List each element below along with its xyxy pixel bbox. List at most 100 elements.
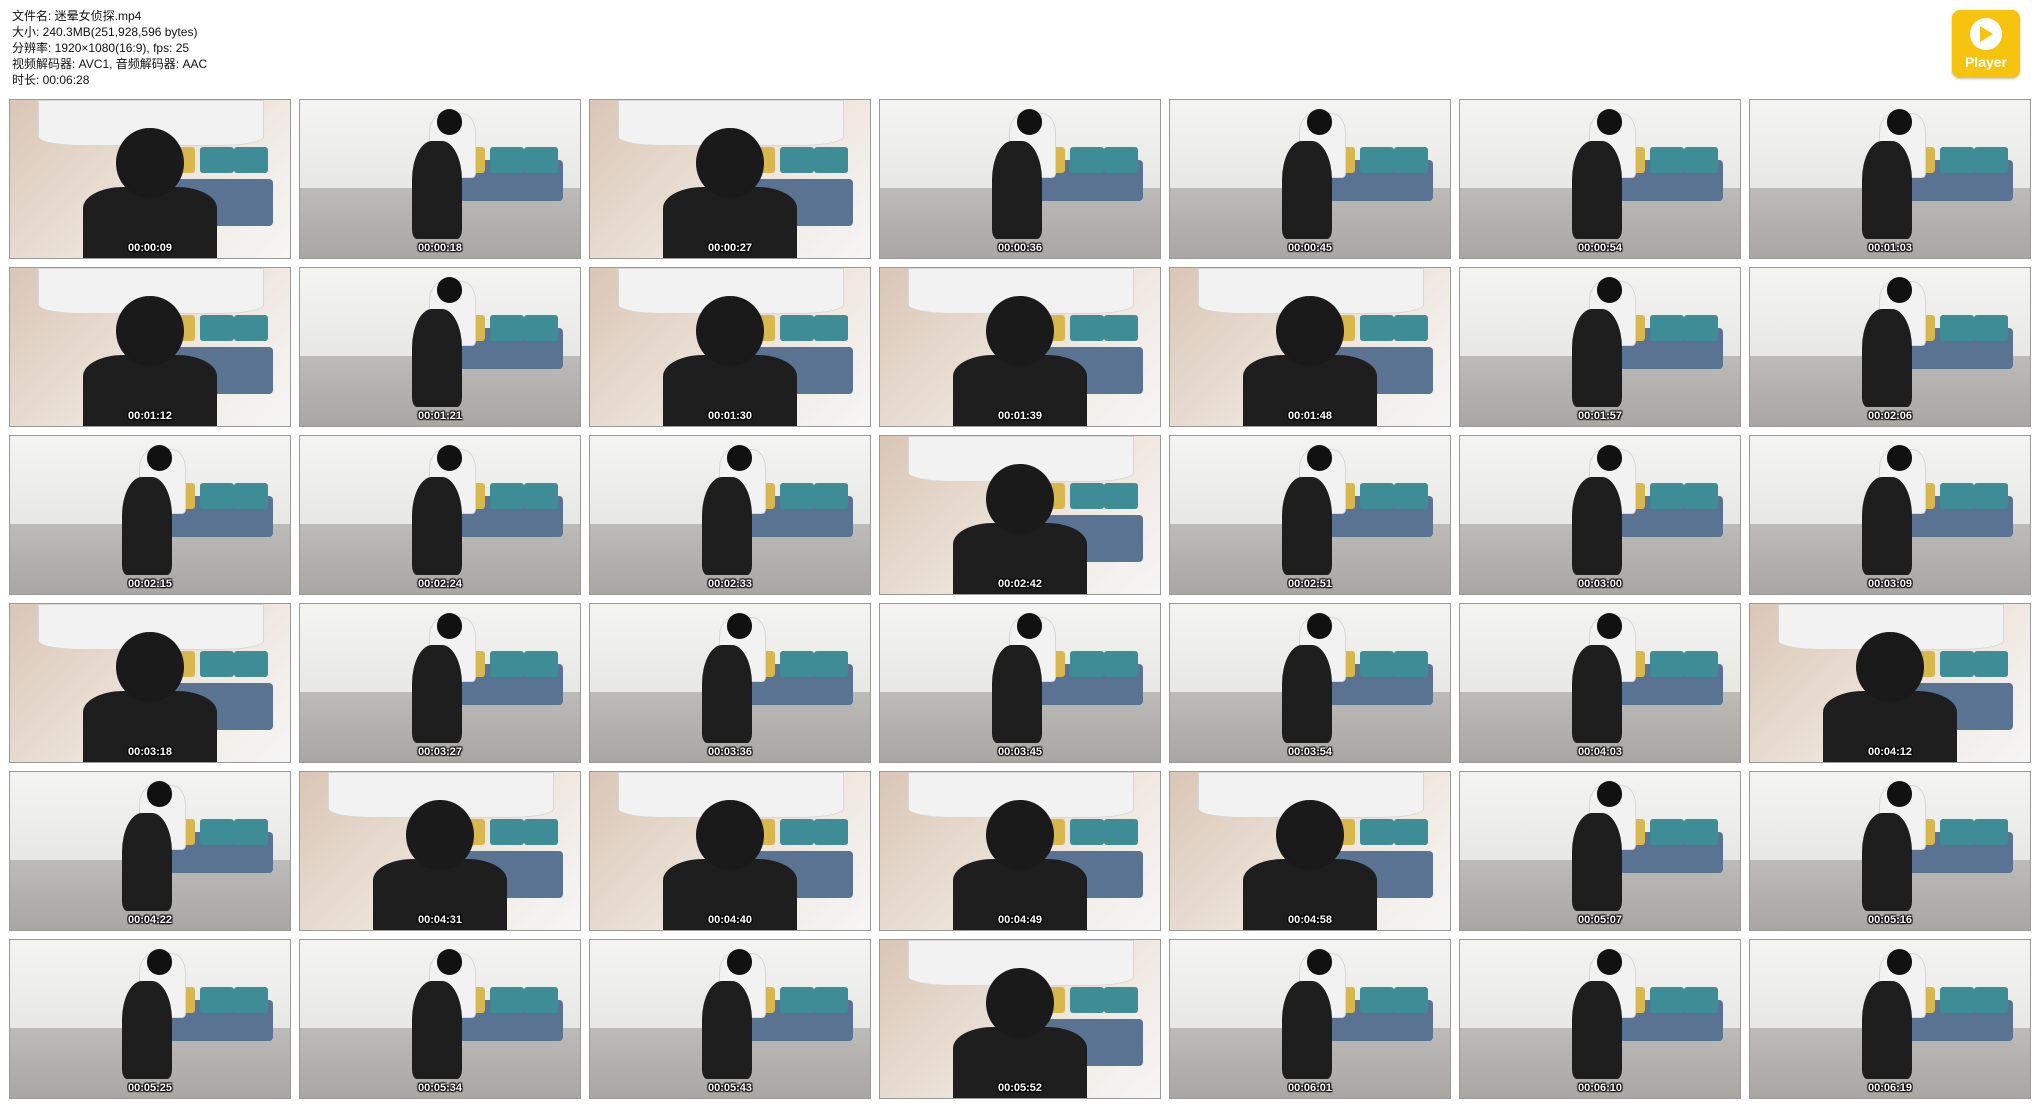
video-thumbnail[interactable]: 00:02:06	[1749, 267, 2031, 427]
video-thumbnail[interactable]: 00:04:58	[1169, 771, 1451, 931]
thumbnail-frame-image	[10, 772, 290, 930]
thumbnail-timestamp: 00:02:51	[1287, 578, 1333, 590]
video-thumbnail[interactable]: 00:02:15	[9, 435, 291, 595]
video-thumbnail[interactable]: 00:04:12	[1749, 603, 2031, 763]
thumbnail-frame-image	[1460, 436, 1740, 594]
video-thumbnail[interactable]: 00:04:49	[879, 771, 1161, 931]
thumbnail-timestamp: 00:05:52	[997, 1082, 1043, 1094]
video-thumbnail[interactable]: 00:00:18	[299, 99, 581, 259]
video-thumbnail[interactable]: 00:03:00	[1459, 435, 1741, 595]
thumbnail-timestamp: 00:06:01	[1287, 1082, 1333, 1094]
thumbnail-frame-image	[10, 436, 290, 594]
video-thumbnail[interactable]: 00:04:40	[589, 771, 871, 931]
thumbnail-timestamp: 00:00:09	[127, 242, 173, 254]
video-thumbnail[interactable]: 00:03:36	[589, 603, 871, 763]
thumbnail-frame-image	[300, 940, 580, 1098]
thumbnail-frame-image	[1460, 940, 1740, 1098]
thumbnail-timestamp: 00:01:39	[997, 410, 1043, 422]
video-thumbnail[interactable]: 00:04:31	[299, 771, 581, 931]
thumbnail-timestamp: 00:01:30	[707, 410, 753, 422]
thumbnail-frame-image	[590, 268, 870, 426]
video-thumbnail[interactable]: 00:01:48	[1169, 267, 1451, 427]
play-icon	[1970, 18, 2002, 50]
thumbnail-timestamp: 00:02:15	[127, 578, 173, 590]
thumbnail-frame-image	[880, 436, 1160, 594]
video-thumbnail[interactable]: 00:00:45	[1169, 99, 1451, 259]
thumbnail-frame-image	[590, 100, 870, 258]
video-thumbnail[interactable]: 00:05:07	[1459, 771, 1741, 931]
thumbnail-timestamp: 00:04:31	[417, 914, 463, 926]
thumbnail-frame-image	[1170, 436, 1450, 594]
video-thumbnail[interactable]: 00:05:34	[299, 939, 581, 1099]
thumbnail-timestamp: 00:01:12	[127, 410, 173, 422]
video-thumbnail[interactable]: 00:01:57	[1459, 267, 1741, 427]
video-thumbnail[interactable]: 00:02:51	[1169, 435, 1451, 595]
thumbnail-timestamp: 00:03:54	[1287, 746, 1333, 758]
video-thumbnail[interactable]: 00:03:09	[1749, 435, 2031, 595]
thumbnail-timestamp: 00:00:54	[1577, 242, 1623, 254]
thumbnail-frame-image	[1460, 772, 1740, 930]
thumbnail-frame-image	[1170, 100, 1450, 258]
video-thumbnail[interactable]: 00:06:10	[1459, 939, 1741, 1099]
thumbnail-frame-image	[1750, 436, 2030, 594]
thumbnail-frame-image	[1460, 100, 1740, 258]
thumbnail-frame-image	[300, 604, 580, 762]
thumbnail-frame-image	[10, 100, 290, 258]
thumbnail-timestamp: 00:03:00	[1577, 578, 1623, 590]
video-thumbnail[interactable]: 00:01:39	[879, 267, 1161, 427]
thumbnail-timestamp: 00:06:10	[1577, 1082, 1623, 1094]
thumbnail-timestamp: 00:05:34	[417, 1082, 463, 1094]
video-thumbnail[interactable]: 00:02:33	[589, 435, 871, 595]
video-thumbnail[interactable]: 00:01:30	[589, 267, 871, 427]
filesize-text: 大小: 240.3MB(251,928,596 bytes)	[12, 25, 198, 39]
video-thumbnail[interactable]: 00:05:25	[9, 939, 291, 1099]
thumbnail-timestamp: 00:01:21	[417, 410, 463, 422]
thumbnail-frame-image	[1750, 940, 2030, 1098]
thumbnail-timestamp: 00:04:49	[997, 914, 1043, 926]
player-button[interactable]: Player	[1952, 10, 2020, 78]
video-thumbnail[interactable]: 00:03:45	[879, 603, 1161, 763]
thumbnail-timestamp: 00:02:33	[707, 578, 753, 590]
video-thumbnail[interactable]: 00:04:03	[1459, 603, 1741, 763]
video-thumbnail[interactable]: 00:06:01	[1169, 939, 1451, 1099]
video-thumbnail[interactable]: 00:03:27	[299, 603, 581, 763]
video-thumbnail[interactable]: 00:05:52	[879, 939, 1161, 1099]
thumbnail-frame-image	[880, 772, 1160, 930]
thumbnail-frame-image	[880, 940, 1160, 1098]
video-thumbnail[interactable]: 00:02:42	[879, 435, 1161, 595]
thumbnail-frame-image	[1750, 604, 2030, 762]
thumbnail-frame-image	[1460, 268, 1740, 426]
video-thumbnail[interactable]: 00:00:09	[9, 99, 291, 259]
video-thumbnail[interactable]: 00:05:16	[1749, 771, 2031, 931]
thumbnail-timestamp: 00:04:03	[1577, 746, 1623, 758]
duration-text: 时长: 00:06:28	[12, 73, 90, 87]
thumbnail-frame-image	[1460, 604, 1740, 762]
video-thumbnail[interactable]: 00:02:24	[299, 435, 581, 595]
thumbnail-frame-image	[590, 436, 870, 594]
video-thumbnail[interactable]: 00:03:18	[9, 603, 291, 763]
thumbnail-frame-image	[300, 436, 580, 594]
thumbnail-grid: 00:00:09 00:00:18 00:00:27 00:00:36 00:00:45…	[9, 99, 2031, 1099]
video-thumbnail[interactable]: 00:04:22	[9, 771, 291, 931]
thumbnail-timestamp: 00:06:19	[1867, 1082, 1913, 1094]
thumbnail-frame-image	[1750, 772, 2030, 930]
thumbnail-frame-image	[10, 940, 290, 1098]
video-thumbnail[interactable]: 00:05:43	[589, 939, 871, 1099]
thumbnail-timestamp: 00:01:48	[1287, 410, 1333, 422]
video-thumbnail[interactable]: 00:01:12	[9, 267, 291, 427]
thumbnail-timestamp: 00:01:57	[1577, 410, 1623, 422]
filename-text: 文件名: 迷晕女侦探.mp4	[12, 9, 142, 23]
thumbnail-frame-image	[10, 268, 290, 426]
thumbnail-timestamp: 00:02:06	[1867, 410, 1913, 422]
video-thumbnail[interactable]: 00:03:54	[1169, 603, 1451, 763]
thumbnail-timestamp: 00:03:36	[707, 746, 753, 758]
video-thumbnail[interactable]: 00:06:19	[1749, 939, 2031, 1099]
video-thumbnail[interactable]: 00:00:54	[1459, 99, 1741, 259]
video-thumbnail[interactable]: 00:01:03	[1749, 99, 2031, 259]
thumbnail-timestamp: 00:03:27	[417, 746, 463, 758]
thumbnail-timestamp: 00:00:36	[997, 242, 1043, 254]
thumbnail-timestamp: 00:02:24	[417, 578, 463, 590]
video-thumbnail[interactable]: 00:01:21	[299, 267, 581, 427]
video-thumbnail[interactable]: 00:00:27	[589, 99, 871, 259]
video-thumbnail[interactable]: 00:00:36	[879, 99, 1161, 259]
